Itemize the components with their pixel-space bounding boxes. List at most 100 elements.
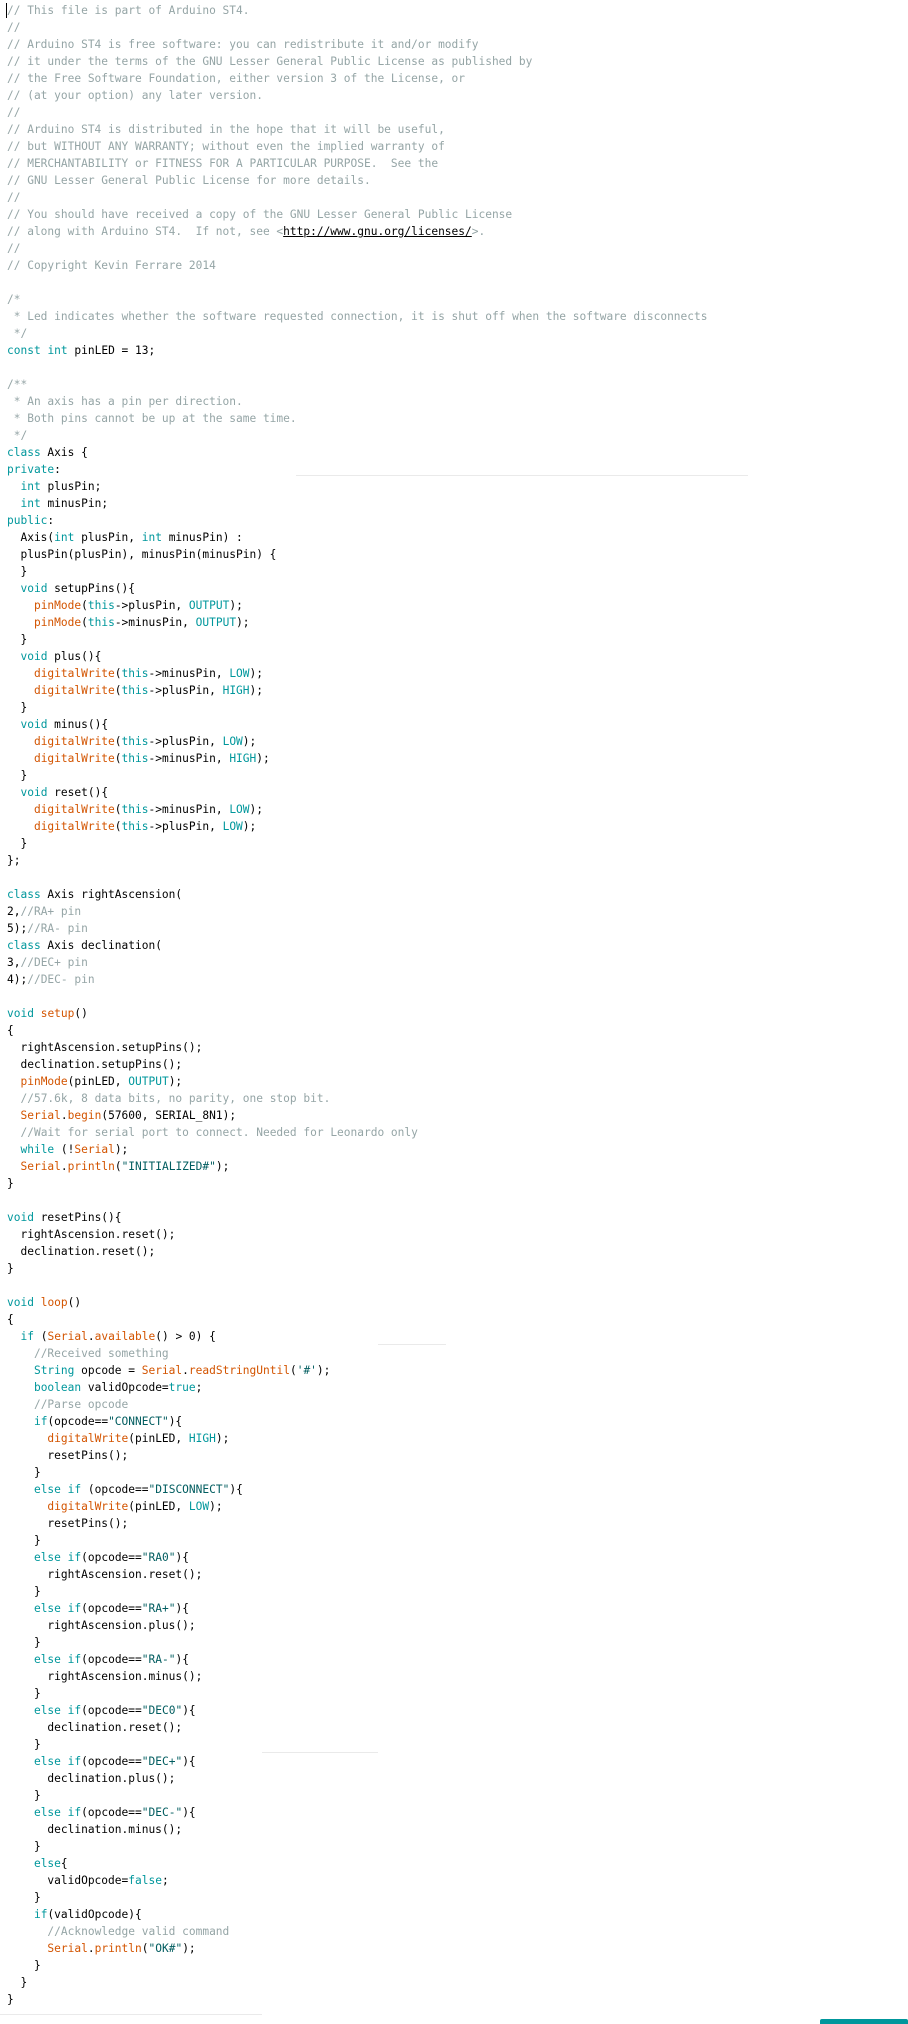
code-line[interactable]: const int pinLED = 13;	[7, 342, 708, 359]
code-line[interactable]: }	[7, 1634, 708, 1651]
source-code[interactable]: // This file is part of Arduino ST4. // //…	[7, 2, 708, 2008]
code-line[interactable]: String opcode = Serial.readStringUntil('…	[7, 1362, 708, 1379]
code-line[interactable]: * Both pins cannot be up at the same tim…	[7, 410, 708, 427]
license-link[interactable]: http://www.gnu.org/licenses/	[283, 225, 472, 238]
code-line[interactable]: // GNU Lesser General Public License for…	[7, 172, 708, 189]
code-line[interactable]: digitalWrite(this->minusPin, HIGH);	[7, 750, 708, 767]
code-line[interactable]: class Axis rightAscension(	[7, 886, 708, 903]
code-line[interactable]: * Led indicates whether the software req…	[7, 308, 708, 325]
code-line[interactable]: //	[7, 189, 708, 206]
code-line[interactable]: void setup()	[7, 1005, 708, 1022]
code-line[interactable]: if (Serial.available() > 0) {	[7, 1328, 708, 1345]
code-line[interactable]: // the Free Software Foundation, either …	[7, 70, 708, 87]
code-line[interactable]: if(validOpcode){	[7, 1906, 708, 1923]
code-line[interactable]: }	[7, 767, 708, 784]
code-line[interactable]: void plus(){	[7, 648, 708, 665]
code-line[interactable]: }	[7, 563, 708, 580]
code-line[interactable]: else if(opcode=="RA0"){	[7, 1549, 708, 1566]
code-line[interactable]: }	[7, 1838, 708, 1855]
code-line[interactable]: // Copyright Kevin Ferrare 2014	[7, 257, 708, 274]
code-line[interactable]: //	[7, 240, 708, 257]
code-line[interactable]: declination.reset();	[7, 1719, 708, 1736]
code-line[interactable]: //Parse opcode	[7, 1396, 708, 1413]
code-line[interactable]: }	[7, 835, 708, 852]
code-line[interactable]: else if(opcode=="DEC-"){	[7, 1804, 708, 1821]
code-line[interactable]: {	[7, 1311, 708, 1328]
code-line[interactable]: declination.setupPins();	[7, 1056, 708, 1073]
code-line[interactable]: digitalWrite(this->minusPin, LOW);	[7, 801, 708, 818]
code-line[interactable]: // (at your option) any later version.	[7, 87, 708, 104]
code-line[interactable]: // it under the terms of the GNU Lesser …	[7, 53, 708, 70]
code-line[interactable]: // MERCHANTABILITY or FITNESS FOR A PART…	[7, 155, 708, 172]
code-line[interactable]: //	[7, 104, 708, 121]
code-line[interactable]: }	[7, 1974, 708, 1991]
code-line[interactable]: digitalWrite(pinLED, HIGH);	[7, 1430, 708, 1447]
code-line[interactable]: public:	[7, 512, 708, 529]
code-line[interactable]: else if(opcode=="DEC0"){	[7, 1702, 708, 1719]
code-line[interactable]: 3,//DEC+ pin	[7, 954, 708, 971]
code-line[interactable]: void resetPins(){	[7, 1209, 708, 1226]
code-line[interactable]: Serial.begin(57600, SERIAL_8N1);	[7, 1107, 708, 1124]
code-line[interactable]: // Arduino ST4 is distributed in the hop…	[7, 121, 708, 138]
code-line[interactable]: resetPins();	[7, 1515, 708, 1532]
code-line[interactable]: void setupPins(){	[7, 580, 708, 597]
code-line[interactable]: class Axis {	[7, 444, 708, 461]
code-line[interactable]: //Received something	[7, 1345, 708, 1362]
code-line[interactable]: else{	[7, 1855, 708, 1872]
code-line[interactable]: if(opcode=="CONNECT"){	[7, 1413, 708, 1430]
code-line[interactable]: */	[7, 325, 708, 342]
code-line[interactable]: digitalWrite(this->plusPin, LOW);	[7, 733, 708, 750]
code-line[interactable]: }	[7, 1787, 708, 1804]
code-line[interactable]	[7, 1192, 708, 1209]
code-line[interactable]: // along with Arduino ST4. If not, see <…	[7, 223, 708, 240]
code-line[interactable]: //	[7, 19, 708, 36]
code-line[interactable]: 5);//RA- pin	[7, 920, 708, 937]
code-line[interactable]: //Wait for serial port to connect. Neede…	[7, 1124, 708, 1141]
code-line[interactable]: }	[7, 631, 708, 648]
code-line[interactable]: }	[7, 1685, 708, 1702]
code-line[interactable]: pinMode(pinLED, OUTPUT);	[7, 1073, 708, 1090]
code-line[interactable]: rightAscension.setupPins();	[7, 1039, 708, 1056]
code-line[interactable]: }	[7, 699, 708, 716]
code-line[interactable]: * An axis has a pin per direction.	[7, 393, 708, 410]
code-line[interactable]: else if(opcode=="DEC+"){	[7, 1753, 708, 1770]
code-line[interactable]: 2,//RA+ pin	[7, 903, 708, 920]
code-line[interactable]: }	[7, 1957, 708, 1974]
code-line[interactable]: declination.plus();	[7, 1770, 708, 1787]
code-line[interactable]: declination.minus();	[7, 1821, 708, 1838]
code-line[interactable]: };	[7, 852, 708, 869]
code-line[interactable]: void loop()	[7, 1294, 708, 1311]
code-line[interactable]: declination.reset();	[7, 1243, 708, 1260]
code-line[interactable]: digitalWrite(this->plusPin, LOW);	[7, 818, 708, 835]
code-line[interactable]: digitalWrite(this->plusPin, HIGH);	[7, 682, 708, 699]
code-line[interactable]: }	[7, 1736, 708, 1753]
code-line[interactable]: }	[7, 1260, 708, 1277]
code-line[interactable]: //Acknowledge valid command	[7, 1923, 708, 1940]
code-line[interactable]: }	[7, 1889, 708, 1906]
code-line[interactable]: Serial.println("INITIALIZED#");	[7, 1158, 708, 1175]
code-line[interactable]: */	[7, 427, 708, 444]
code-line[interactable]: while (!Serial);	[7, 1141, 708, 1158]
code-line[interactable]: }	[7, 1583, 708, 1600]
code-line[interactable]: }	[7, 1991, 708, 2008]
code-line[interactable]: void reset(){	[7, 784, 708, 801]
code-line[interactable]: validOpcode=false;	[7, 1872, 708, 1889]
code-line[interactable]: // but WITHOUT ANY WARRANTY; without eve…	[7, 138, 708, 155]
code-line[interactable]: //57.6k, 8 data bits, no parity, one sto…	[7, 1090, 708, 1107]
code-line[interactable]: else if(opcode=="RA-"){	[7, 1651, 708, 1668]
code-line[interactable]: pinMode(this->plusPin, OUTPUT);	[7, 597, 708, 614]
code-line[interactable]: // This file is part of Arduino ST4.	[7, 2, 708, 19]
code-line[interactable]: rightAscension.reset();	[7, 1566, 708, 1583]
code-line[interactable]: Axis(int plusPin, int minusPin) :	[7, 529, 708, 546]
code-line[interactable]	[7, 1277, 708, 1294]
code-line[interactable]: else if(opcode=="RA+"){	[7, 1600, 708, 1617]
code-line[interactable]: digitalWrite(this->minusPin, LOW);	[7, 665, 708, 682]
code-line[interactable]	[7, 274, 708, 291]
code-line[interactable]: boolean validOpcode=true;	[7, 1379, 708, 1396]
code-line[interactable]: }	[7, 1464, 708, 1481]
code-line[interactable]: // You should have received a copy of th…	[7, 206, 708, 223]
code-line[interactable]: Serial.println("OK#");	[7, 1940, 708, 1957]
code-line[interactable]: /*	[7, 291, 708, 308]
code-line[interactable]: plusPin(plusPin), minusPin(minusPin) {	[7, 546, 708, 563]
code-line[interactable]: {	[7, 1022, 708, 1039]
